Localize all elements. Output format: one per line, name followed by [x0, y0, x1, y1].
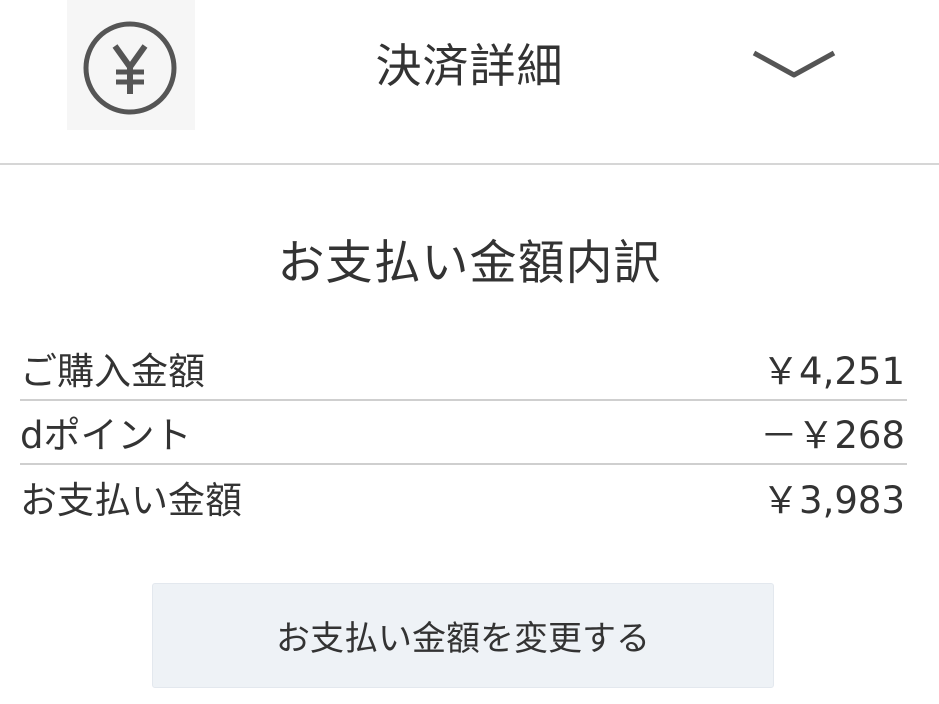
- payment-detail-header[interactable]: 決済詳細: [0, 0, 939, 165]
- row-payment-amount: お支払い金額 ￥3,983: [20, 465, 907, 529]
- row-amount: ￥3,983: [762, 479, 905, 522]
- row-label: ご購入金額: [20, 350, 205, 393]
- payment-breakdown-list: ご購入金額 ￥4,251 dポイント －￥268 お支払い金額 ￥3,983: [20, 337, 907, 529]
- row-label: dポイント: [20, 414, 192, 457]
- expand-toggle[interactable]: [749, 45, 839, 85]
- breakdown-title: お支払い金額内訳: [277, 236, 662, 291]
- row-purchase-amount: ご購入金額 ￥4,251: [20, 337, 907, 401]
- change-payment-amount-button[interactable]: お支払い金額を変更する: [152, 583, 774, 688]
- chevron-down-icon: [752, 50, 836, 78]
- row-d-point: dポイント －￥268: [20, 401, 907, 465]
- row-amount: ￥4,251: [762, 350, 905, 393]
- row-amount: －￥268: [760, 414, 905, 457]
- row-label: お支払い金額: [20, 479, 242, 522]
